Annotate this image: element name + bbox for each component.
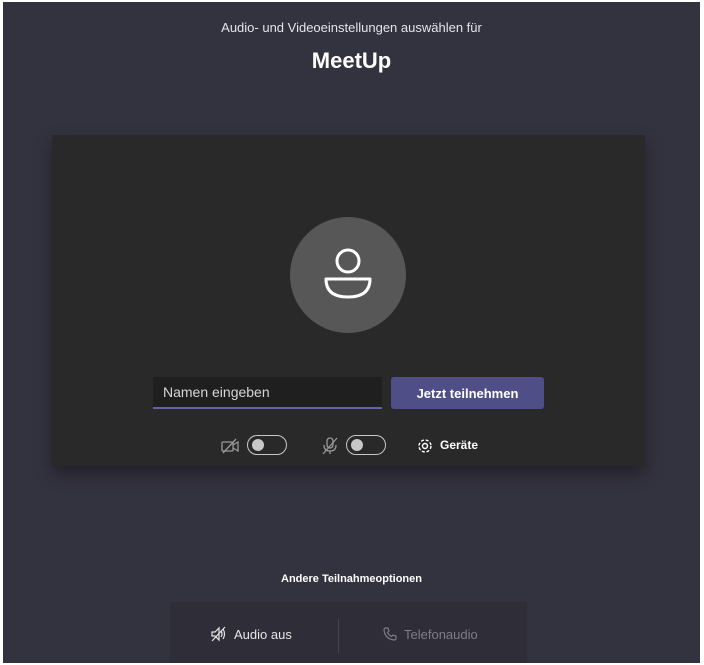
video-preview-panel: Jetzt teilnehmen Geräte [52,135,645,466]
meeting-title: MeetUp [311,48,392,73]
camera-off-icon [221,438,239,454]
camera-toggle[interactable] [247,435,287,455]
other-options-panel: Audio aus Telefonaudio [170,602,527,663]
phone-audio-option[interactable]: Telefonaudio [382,626,478,642]
phone-audio-label: Telefonaudio [404,627,478,642]
person-icon [324,248,372,299]
other-options-title: Andere Teilnahmeoptionen [281,573,422,585]
devices-button[interactable]: Geräte [440,438,478,452]
join-now-button[interactable]: Jetzt teilnehmen [391,377,544,409]
divider [338,619,339,653]
mic-off-icon [322,437,338,455]
app-window: Audio- und Videoeinstellungen auswählen … [3,2,700,663]
avatar [290,217,406,333]
name-input[interactable] [153,377,382,409]
audio-off-label: Audio aus [234,627,292,642]
audio-off-option[interactable]: Audio aus [210,626,292,642]
microphone-toggle[interactable] [346,435,386,455]
gear-icon[interactable] [415,436,435,456]
phone-icon [383,627,397,641]
speaker-off-icon [211,626,226,642]
page-subtitle: Audio- und Videoeinstellungen auswählen … [221,20,482,35]
